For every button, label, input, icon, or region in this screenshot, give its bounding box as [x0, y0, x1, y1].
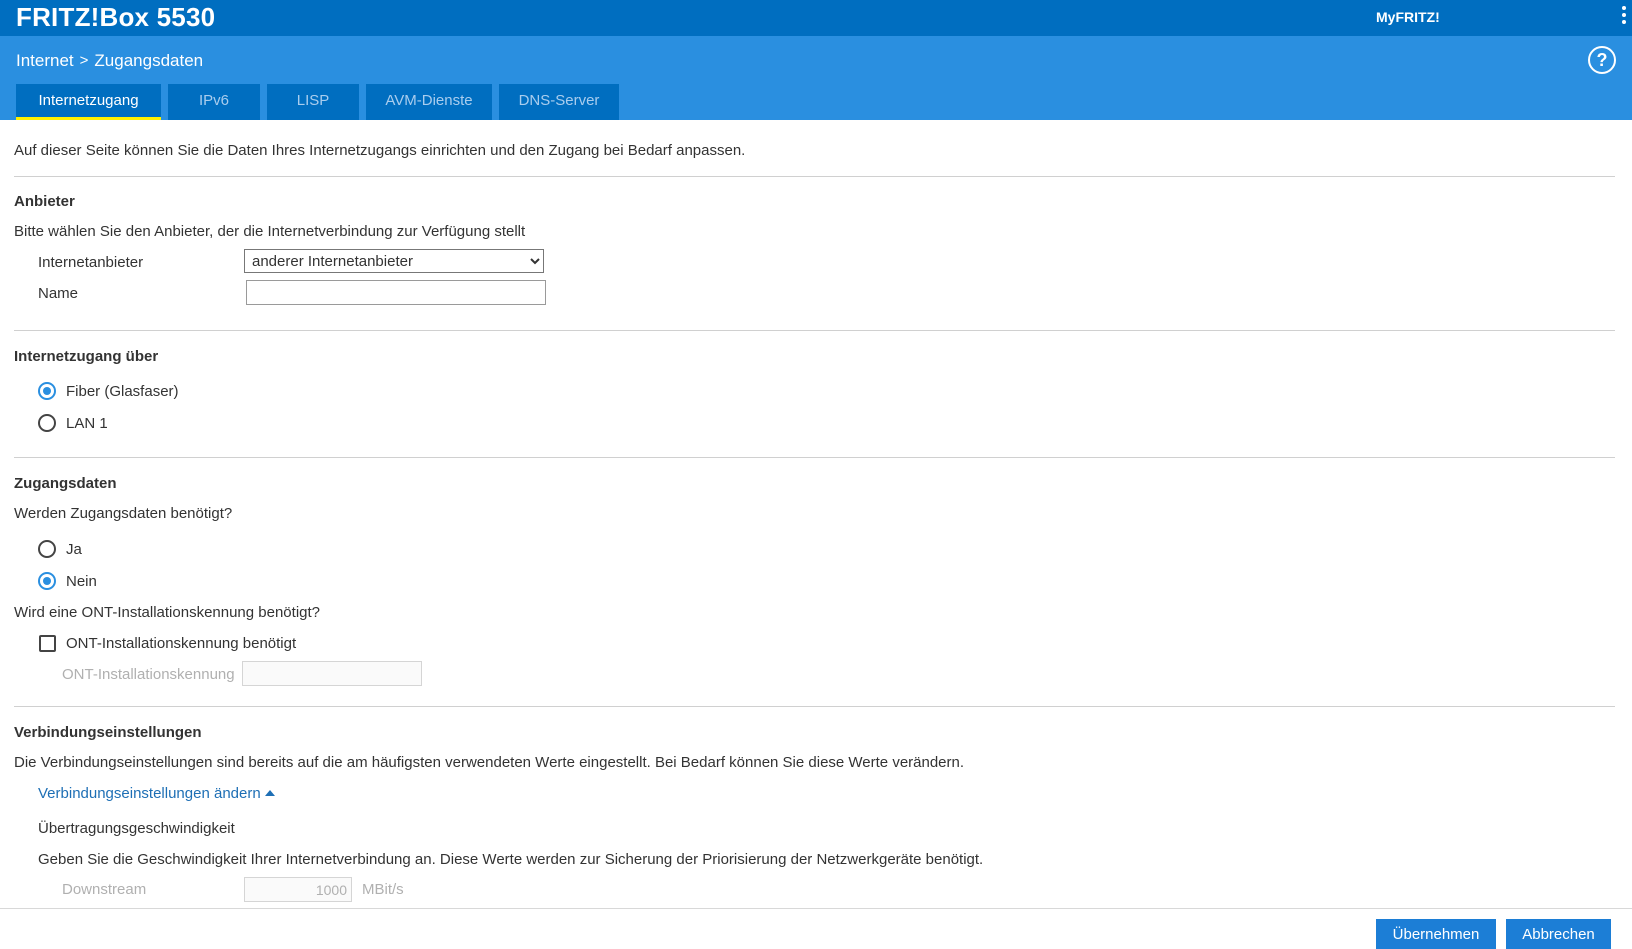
radio-nein[interactable]	[38, 572, 56, 590]
divider	[14, 706, 1615, 707]
help-icon[interactable]: ?	[1588, 46, 1616, 74]
cancel-button[interactable]: Abbrechen	[1506, 919, 1611, 949]
connection-settings-toggle[interactable]: Verbindungseinstellungen ändern	[38, 784, 275, 804]
downstream-label: Downstream	[62, 881, 147, 898]
speed-heading: Übertragungsgeschwindigkeit	[38, 820, 235, 837]
tab-ipv6[interactable]: IPv6	[168, 84, 260, 120]
breadcrumb: Internet > Zugangsdaten	[16, 50, 203, 72]
sub-header: Internet > Zugangsdaten ? Internetzugang…	[0, 36, 1632, 120]
kebab-dot	[1622, 6, 1626, 10]
radio-lan1[interactable]	[38, 414, 56, 432]
chevron-right-icon: >	[79, 52, 89, 69]
provider-heading: Anbieter	[14, 193, 75, 210]
tab-dns-server[interactable]: DNS-Server	[499, 84, 619, 120]
provider-description: Bitte wählen Sie den Anbieter, der die I…	[14, 223, 526, 240]
brand-logo: FRITZ!Box 5530	[16, 2, 216, 32]
divider	[14, 330, 1615, 331]
tab-bar: Internetzugang IPv6 LISP AVM-Dienste DNS…	[16, 84, 626, 120]
ont-input[interactable]	[242, 661, 422, 686]
breadcrumb-current: Zugangsdaten	[94, 51, 204, 70]
access-heading: Internetzugang über	[14, 348, 159, 365]
tab-avm-dienste[interactable]: AVM-Dienste	[366, 84, 492, 120]
radio-fiber[interactable]	[38, 382, 56, 400]
radio-nein-label: Nein	[66, 573, 97, 590]
credentials-question: Werden Zugangsdaten benötigt?	[14, 505, 233, 522]
kebab-menu-icon[interactable]	[1620, 6, 1628, 28]
divider	[14, 176, 1615, 177]
ont-checkbox-label: ONT-Installationskennung benötigt	[66, 635, 297, 652]
radio-ja[interactable]	[38, 540, 56, 558]
ont-question: Wird eine ONT-Installationskennung benöt…	[14, 604, 321, 621]
ont-field-label: ONT-Installationskennung	[62, 666, 235, 683]
name-label: Name	[38, 285, 79, 302]
ont-checkbox[interactable]	[39, 635, 56, 652]
top-bar: FRITZ!Box 5530 MyFRITZ!	[0, 0, 1632, 36]
connection-heading: Verbindungseinstellungen	[14, 724, 202, 741]
radio-ja-label: Ja	[66, 541, 82, 558]
connection-toggle-label: Verbindungseinstellungen ändern	[38, 785, 261, 802]
kebab-dot	[1622, 20, 1626, 24]
tab-lisp[interactable]: LISP	[267, 84, 359, 120]
name-input[interactable]	[246, 280, 546, 305]
myfritz-link[interactable]: MyFRITZ!	[1376, 8, 1440, 26]
radio-fiber-label: Fiber (Glasfaser)	[66, 383, 179, 400]
apply-button[interactable]: Übernehmen	[1376, 919, 1496, 949]
provider-label: Internetanbieter	[38, 254, 144, 271]
breadcrumb-internet[interactable]: Internet	[16, 50, 74, 72]
radio-lan1-label: LAN 1	[66, 415, 108, 432]
divider	[14, 457, 1615, 458]
intro-text: Auf dieser Seite können Sie die Daten Ih…	[14, 142, 746, 159]
speed-description: Geben Sie die Geschwindigkeit Ihrer Inte…	[38, 851, 984, 868]
downstream-input[interactable]	[244, 877, 352, 902]
caret-up-icon	[264, 790, 275, 796]
kebab-dot	[1622, 13, 1626, 17]
downstream-unit: MBit/s	[362, 881, 404, 898]
tab-internetzugang[interactable]: Internetzugang	[16, 84, 161, 120]
action-footer: Übernehmen Abbrechen	[0, 908, 1632, 949]
provider-select[interactable]: anderer Internetanbieter	[244, 249, 544, 273]
credentials-heading: Zugangsdaten	[14, 475, 117, 492]
connection-description: Die Verbindungseinstellungen sind bereit…	[14, 754, 965, 771]
